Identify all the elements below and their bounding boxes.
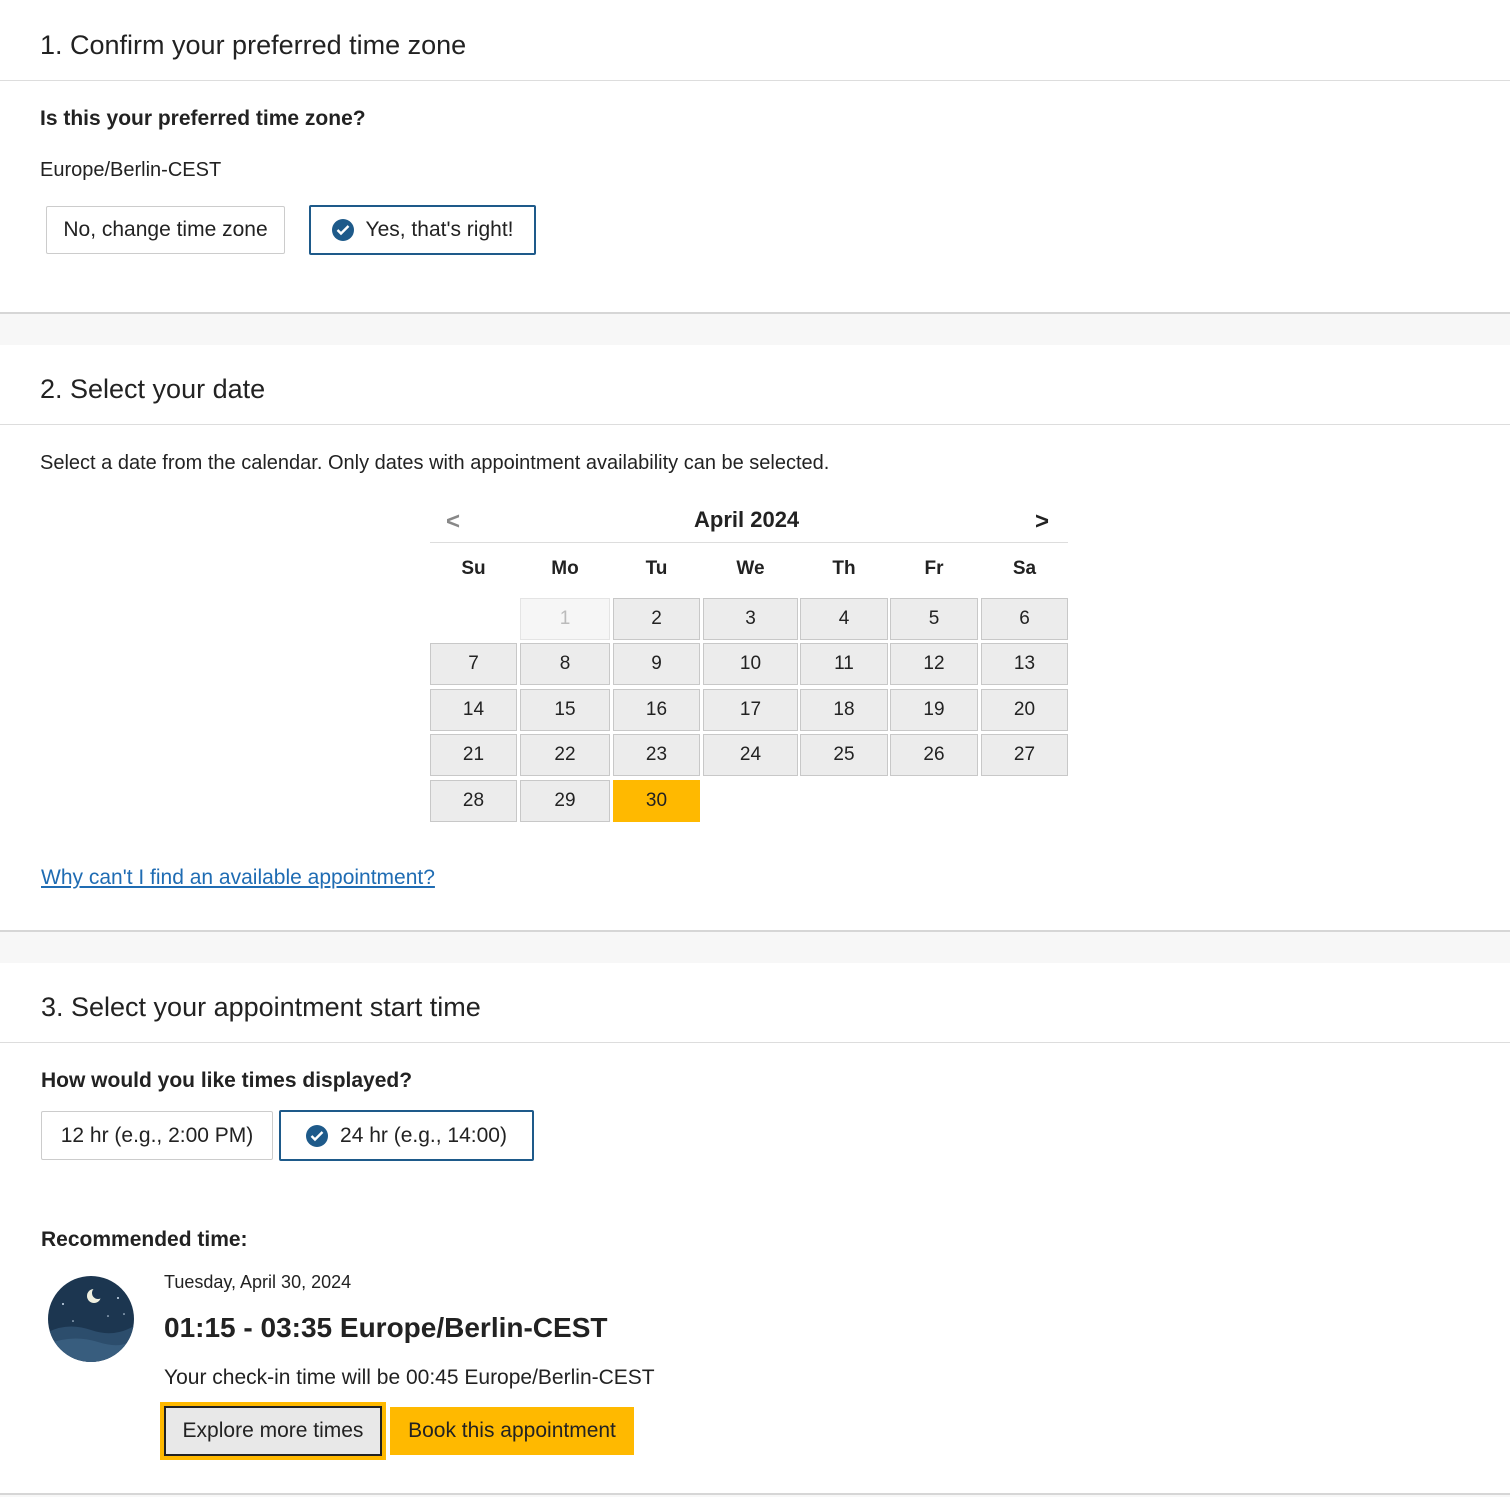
calendar-day-15[interactable]: 15 — [520, 689, 610, 731]
recommended-label: Recommended time: — [41, 1228, 248, 1251]
calendar-day-18[interactable]: 18 — [800, 689, 888, 731]
weekday-tu: Tu — [645, 558, 668, 579]
recommended-date: Tuesday, April 30, 2024 — [164, 1272, 352, 1292]
date-section-header: 2. Select your date — [0, 345, 1510, 425]
confirm-timezone-label: Yes, that's right! — [365, 218, 514, 241]
check-circle-icon — [306, 1124, 329, 1147]
change-timezone-label: No, change time zone — [63, 218, 268, 241]
calendar-day-22[interactable]: 22 — [520, 734, 610, 776]
check-circle-icon — [331, 219, 354, 241]
calendar-header-divider — [430, 542, 1068, 543]
calendar-day-12[interactable]: 12 — [890, 643, 978, 685]
night-moon-icon — [48, 1276, 134, 1362]
calendar-day-6[interactable]: 6 — [981, 598, 1068, 640]
calendar-day-23[interactable]: 23 — [613, 734, 700, 776]
confirm-timezone-button[interactable]: Yes, that's right! — [309, 205, 536, 255]
calendar-day-26[interactable]: 26 — [890, 734, 978, 776]
calendar-day-20[interactable]: 20 — [981, 689, 1068, 731]
calendar-day-19[interactable]: 19 — [890, 689, 978, 731]
weekday-su: Su — [461, 558, 486, 579]
format-12hr-label: 12 hr (e.g., 2:00 PM) — [60, 1123, 254, 1147]
calendar-day-16[interactable]: 16 — [613, 689, 700, 731]
calendar-day-13[interactable]: 13 — [981, 643, 1068, 685]
calendar-day-21[interactable]: 21 — [430, 734, 517, 776]
calendar-day-7[interactable]: 7 — [430, 643, 517, 685]
calendar-day-2[interactable]: 2 — [613, 598, 700, 640]
calendar-day-11[interactable]: 11 — [800, 643, 888, 685]
recommended-time-range: 01:15 - 03:35 Europe/Berlin-CEST — [164, 1312, 608, 1343]
weekday-mo: Mo — [551, 558, 579, 579]
calendar-month-label: April 2024 — [694, 507, 800, 532]
weekday-we: We — [736, 558, 765, 579]
format-24hr-button[interactable]: 24 hr (e.g., 14:00) — [279, 1110, 534, 1161]
calendar-day-4[interactable]: 4 — [800, 598, 888, 640]
format-24hr-label: 24 hr (e.g., 14:00) — [340, 1123, 507, 1147]
format-12hr-button[interactable]: 12 hr (e.g., 2:00 PM) — [41, 1111, 273, 1160]
explore-times-label: Explore more times — [164, 1406, 382, 1456]
timezone-value: Europe/Berlin-CEST — [40, 159, 222, 181]
book-appointment-button[interactable]: Book this appointment — [390, 1407, 634, 1455]
calendar-day-5[interactable]: 5 — [890, 598, 978, 640]
explore-times-button[interactable]: Explore more times — [160, 1402, 386, 1460]
calendar-day-25[interactable]: 25 — [800, 734, 888, 776]
checkin-time: Your check-in time will be 00:45 Europe/… — [164, 1366, 655, 1389]
calendar-day-14[interactable]: 14 — [430, 689, 517, 731]
timezone-section: 1. Confirm your preferred time zone Is t… — [0, 0, 1510, 314]
date-section-title: 2. Select your date — [40, 374, 266, 404]
calendar-day-10[interactable]: 10 — [703, 643, 798, 685]
calendar-day-30[interactable]: 30 — [613, 780, 700, 822]
calendar-day-3[interactable]: 3 — [703, 598, 798, 640]
timezone-section-title: 1. Confirm your preferred time zone — [40, 30, 467, 60]
weekday-fr: Fr — [924, 558, 944, 579]
timezone-question: Is this your preferred time zone? — [40, 107, 366, 130]
calendar-day-8[interactable]: 8 — [520, 643, 610, 685]
weekday-th: Th — [832, 558, 856, 579]
next-month-button[interactable]: > — [1035, 508, 1049, 536]
calendar-day-27[interactable]: 27 — [981, 734, 1068, 776]
timezone-section-header: 1. Confirm your preferred time zone — [0, 0, 1510, 81]
prev-month-button[interactable]: < — [446, 508, 460, 536]
change-timezone-button[interactable]: No, change time zone — [46, 206, 285, 254]
date-section: 2. Select your date Select a date from t… — [0, 345, 1510, 932]
time-section-header: 3. Select your appointment start time — [0, 963, 1510, 1043]
calendar-day-1: 1 — [520, 598, 610, 640]
calendar-day-28[interactable]: 28 — [430, 780, 517, 822]
time-format-question: How would you like times displayed? — [41, 1069, 413, 1092]
calendar-day-9[interactable]: 9 — [613, 643, 700, 685]
calendar-day-24[interactable]: 24 — [703, 734, 798, 776]
date-instructions: Select a date from the calendar. Only da… — [40, 452, 830, 474]
calendar-day-17[interactable]: 17 — [703, 689, 798, 731]
time-section-title: 3. Select your appointment start time — [41, 992, 481, 1022]
help-link[interactable]: Why can't I find an available appointmen… — [41, 866, 435, 890]
weekday-sa: Sa — [1012, 558, 1037, 579]
calendar-day-29[interactable]: 29 — [520, 780, 610, 822]
